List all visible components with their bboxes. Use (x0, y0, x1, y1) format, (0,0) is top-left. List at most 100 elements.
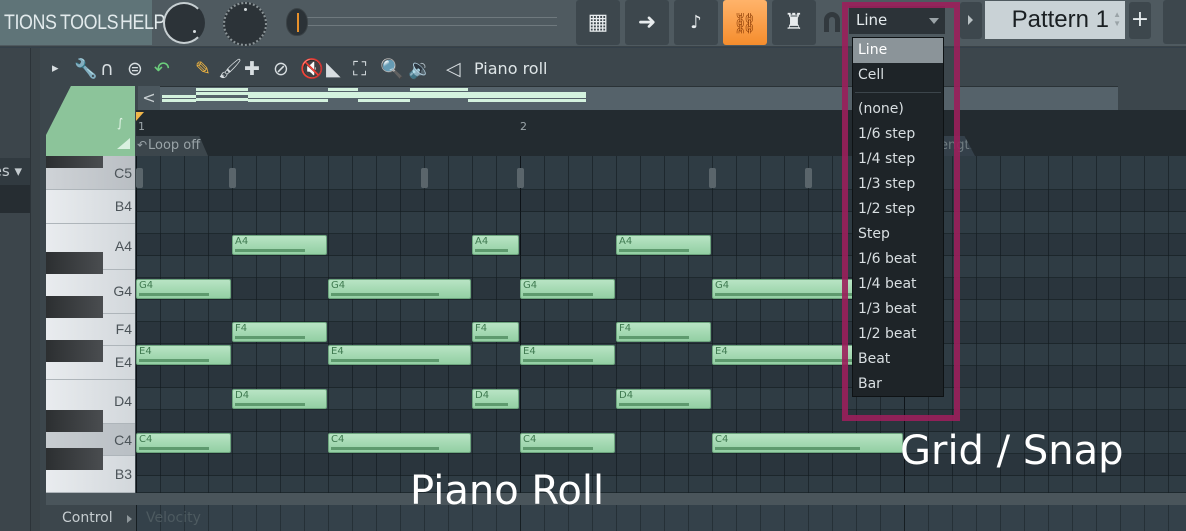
pattern-spin-icon[interactable]: ▲ ▼ (1113, 10, 1121, 28)
note-e4[interactable]: E4 (136, 345, 231, 365)
playback-icon[interactable]: 🔉 (408, 58, 432, 80)
zoom-icon[interactable]: 🔍 (380, 58, 404, 80)
note-g4[interactable]: G4 (520, 279, 615, 299)
browser-row[interactable] (0, 185, 30, 213)
piano-key-b4[interactable]: B4 (46, 190, 135, 224)
black-key[interactable] (46, 296, 103, 318)
link-button[interactable]: ⛓ (723, 0, 767, 45)
stamp-button[interactable]: ♜ (772, 0, 816, 45)
snap-option-1-3-step[interactable]: 1/3 step (853, 172, 943, 197)
arrow-button[interactable]: ➜ (625, 0, 669, 45)
note-e4[interactable]: E4 (520, 345, 615, 365)
note-c4[interactable]: C4 (328, 433, 471, 453)
note-e4[interactable]: E4 (328, 345, 471, 365)
speaker-icon[interactable]: ◁ (446, 58, 461, 80)
snap-option-1-4-beat[interactable]: 1/4 beat (853, 272, 943, 297)
control-arrow-icon[interactable] (127, 515, 132, 523)
overview-note-line (196, 92, 248, 95)
note-label: C4 (523, 434, 537, 445)
snap-option-bar[interactable]: Bar (853, 372, 943, 397)
select-icon[interactable]: ⛶ (353, 58, 366, 80)
menu-tools[interactable]: TOOLS (60, 11, 118, 35)
snap-option-none[interactable]: (none) (853, 97, 943, 122)
browser-row[interactable] (0, 213, 30, 248)
snap-option-1-6-beat[interactable]: 1/6 beat (853, 247, 943, 272)
pencil-icon[interactable]: ✎ (195, 58, 211, 80)
snap-option-1-2-beat[interactable]: 1/2 beat (853, 322, 943, 347)
snap-option-line[interactable]: Line (853, 38, 943, 63)
master-slider-track[interactable] (292, 17, 557, 26)
snap-option-1-6-step[interactable]: 1/6 step (853, 122, 943, 147)
note-f4[interactable]: F4 (472, 322, 519, 342)
note-d4[interactable]: D4 (472, 389, 519, 409)
note-a4[interactable]: A4 (472, 235, 519, 255)
note-d4[interactable]: D4 (616, 389, 711, 409)
wrench-icon[interactable]: 🔧 (74, 58, 98, 80)
note-velocity-bar (475, 403, 508, 406)
note-g4[interactable]: G4 (328, 279, 471, 299)
note-c4[interactable]: C4 (136, 433, 231, 453)
magnet-icon[interactable]: ∩ (100, 58, 114, 80)
event-panel-splitter[interactable] (46, 493, 1186, 505)
timeline-ruler[interactable] (136, 110, 1186, 156)
paint-brush-icon[interactable]: 🖌 (218, 58, 242, 80)
note-f4[interactable]: F4 (616, 322, 711, 342)
note-velocity-bar (235, 249, 305, 252)
menu-options[interactable]: TIONS (4, 11, 57, 35)
slice-icon[interactable]: ◣ (326, 58, 341, 80)
black-key[interactable] (46, 410, 103, 432)
black-key[interactable] (46, 156, 103, 168)
note-d4[interactable]: D4 (232, 389, 327, 409)
master-volume-knob[interactable] (163, 2, 205, 44)
piano-view-button[interactable]: ▦ (576, 0, 620, 45)
snap-option-cell[interactable]: Cell (853, 63, 943, 88)
event-editor[interactable] (136, 505, 1186, 531)
note-a4[interactable]: A4 (616, 235, 711, 255)
link-icon: ⛓ (732, 10, 758, 35)
menu-arrow-icon[interactable]: ▸ (52, 58, 59, 80)
note-a4[interactable]: A4 (232, 235, 327, 255)
paint-add-icon[interactable]: ✚ (244, 58, 260, 80)
note-slide-icon: ♪ (690, 12, 702, 33)
black-key[interactable] (46, 252, 103, 274)
control-label[interactable]: Control (62, 510, 113, 526)
add-pattern-button[interactable]: + (1129, 2, 1151, 39)
master-pitch-knob[interactable] (223, 2, 267, 46)
snap-option-1-2-step[interactable]: 1/2 step (853, 197, 943, 222)
panel-splitter[interactable] (30, 48, 40, 531)
piano-keyboard[interactable]: C5 B4 A4 G4 F4 E4 D4 C4 B3 (46, 156, 135, 493)
master-slider-handle[interactable] (286, 8, 308, 36)
pattern-menu-arrow[interactable] (960, 2, 982, 39)
browser-tab[interactable]: es ▾ (0, 158, 30, 185)
note-label: F4 (235, 323, 248, 334)
snap-option-1-4-step[interactable]: 1/4 step (853, 147, 943, 172)
black-key[interactable] (46, 340, 103, 362)
grid-row (136, 366, 1186, 388)
slide-button[interactable]: ♪ (674, 0, 718, 45)
note-velocity-bar (139, 447, 209, 450)
list-menu-icon[interactable]: ⊜ (127, 58, 143, 80)
note-c4[interactable]: C4 (520, 433, 615, 453)
black-key[interactable] (46, 448, 103, 470)
snap-select[interactable]: Line (849, 6, 945, 34)
note-f4[interactable]: F4 (232, 322, 327, 342)
snap-option-beat[interactable]: Beat (853, 347, 943, 372)
curve-icon: ∫ (117, 116, 124, 130)
note-velocity-bar (715, 447, 860, 450)
key-label: B3 (114, 465, 132, 482)
snap-option-1-3-beat[interactable]: 1/3 beat (853, 297, 943, 322)
mute-icon[interactable]: 🔇 (300, 58, 324, 80)
note-label: A4 (619, 236, 633, 247)
pattern-options-button[interactable] (1163, 0, 1186, 44)
snap-option-step[interactable]: Step (853, 222, 943, 247)
overview-strip[interactable] (138, 86, 1118, 110)
grid-row (136, 476, 1186, 493)
note-g4[interactable]: G4 (136, 279, 231, 299)
undo-icon[interactable]: ↶ (154, 58, 170, 80)
scroll-left-button[interactable]: < (138, 86, 160, 110)
delete-icon[interactable]: ⊘ (273, 58, 289, 80)
overview-note-line (248, 95, 328, 98)
pattern-selector[interactable]: Pattern 1 ▲ ▼ (985, 1, 1125, 39)
menu-help[interactable]: HELP (120, 11, 165, 35)
note-c4[interactable]: C4 (712, 433, 903, 453)
